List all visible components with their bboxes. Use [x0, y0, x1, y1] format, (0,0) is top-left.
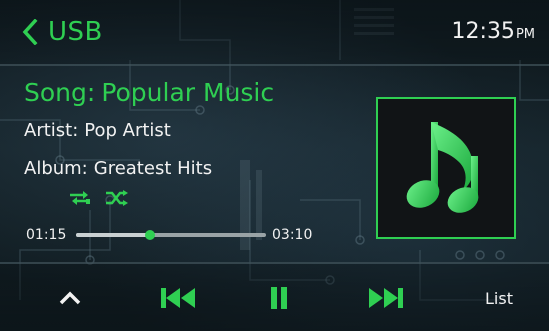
- list-button[interactable]: List: [476, 280, 522, 316]
- clock-ampm: PM: [515, 27, 535, 42]
- total-time: 03:10: [272, 227, 313, 243]
- chevron-left-icon: [22, 19, 38, 45]
- next-track-button[interactable]: [366, 280, 406, 316]
- album-art: [376, 97, 516, 239]
- song-title: Popular Music: [101, 78, 275, 107]
- progress-bar[interactable]: [76, 230, 266, 240]
- artist-name: Pop Artist: [84, 120, 171, 141]
- clock: 12:35 PM: [452, 17, 535, 50]
- progress-knob[interactable]: [145, 230, 156, 240]
- playback-controls: List: [0, 262, 549, 331]
- previous-track-button[interactable]: [158, 280, 198, 316]
- previous-track-icon: [160, 287, 196, 309]
- play-mode-indicators: [68, 190, 130, 206]
- artist-row: Artist: Pop Artist: [24, 118, 171, 144]
- artist-label: Artist:: [24, 120, 79, 141]
- shuffle-icon[interactable]: [104, 190, 130, 206]
- album-label: Album:: [24, 158, 88, 179]
- album-row: Album: Greatest Hits: [24, 156, 212, 182]
- up-button[interactable]: [52, 280, 88, 316]
- pause-button[interactable]: [264, 280, 294, 316]
- progress-fill: [76, 233, 151, 237]
- album-name: Greatest Hits: [93, 158, 213, 179]
- song-label: Song:: [24, 78, 96, 107]
- song-title-row: Song: Popular Music: [24, 77, 274, 109]
- clock-time: 12:35: [451, 19, 515, 44]
- chevron-up-icon: [58, 290, 82, 306]
- elapsed-time: 01:15: [26, 227, 67, 243]
- pause-icon: [270, 286, 288, 310]
- source-label: USB: [48, 17, 103, 47]
- back-button[interactable]: USB: [22, 14, 103, 50]
- next-track-icon: [368, 287, 404, 309]
- repeat-one-icon[interactable]: [68, 190, 94, 206]
- header-bar: USB 12:35 PM: [0, 0, 549, 66]
- music-note-icon: [401, 116, 491, 220]
- media-player-screen: USB 12:35 PM Song: Popular Music Artist: P…: [0, 0, 549, 331]
